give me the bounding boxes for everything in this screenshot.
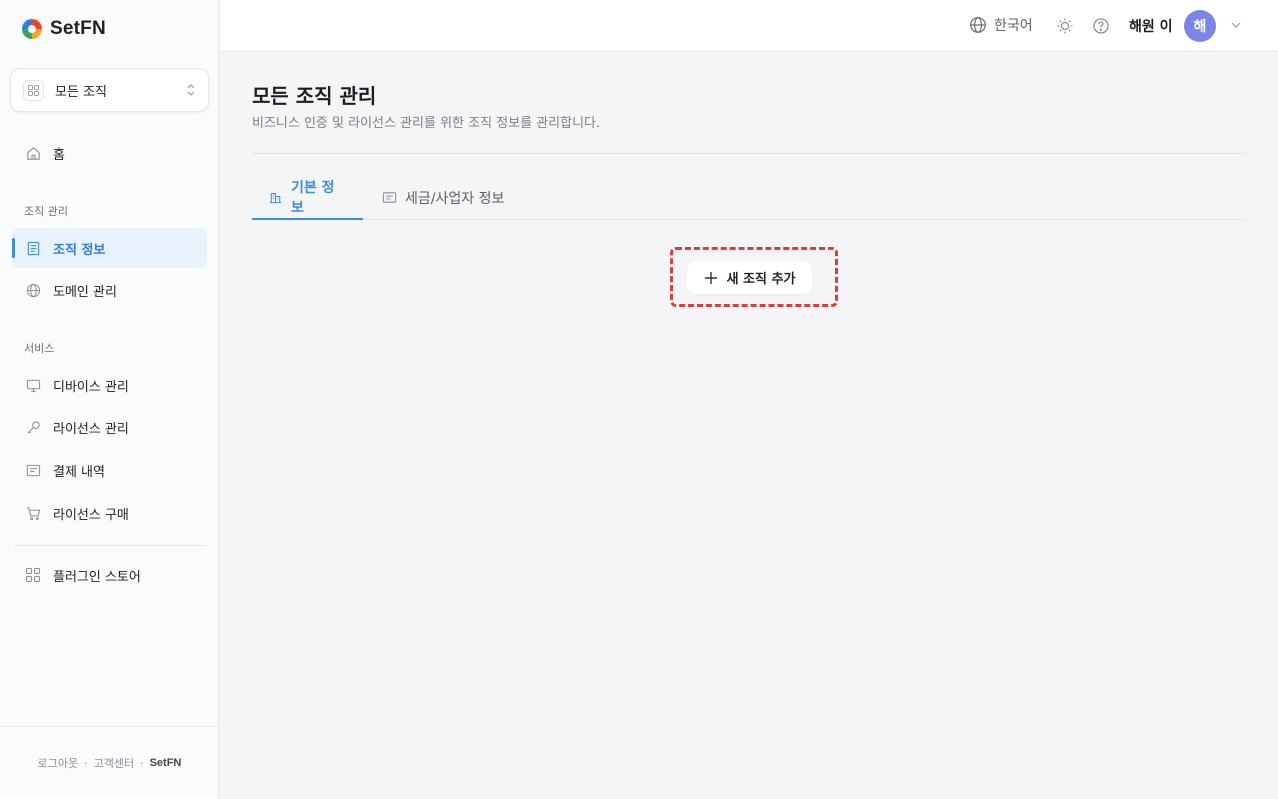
- org-selector[interactable]: 모든 조직: [10, 68, 209, 112]
- chevron-updown-icon: [187, 84, 195, 96]
- sidebar-item-org-info[interactable]: 조직 정보: [12, 228, 207, 268]
- sidebar-item-license[interactable]: 라이선스 관리: [12, 407, 207, 447]
- org-selector-label: 모든 조직: [55, 84, 107, 100]
- monitor-icon: [25, 377, 41, 393]
- footer-separator: ·: [84, 756, 88, 770]
- grid-icon: [23, 79, 44, 101]
- sidebar-item-label: 라이선스 관리: [53, 421, 129, 437]
- sidebar-item-plugin-store[interactable]: 플러그인 스토어: [12, 555, 207, 595]
- app-name: SetFN: [50, 18, 106, 39]
- page-subtitle: 비즈니스 인증 및 라이선스 관리를 위한 조직 정보를 관리합니다.: [252, 116, 601, 131]
- receipt-icon: [382, 190, 397, 205]
- sidebar-item-label: 결제 내역: [53, 464, 105, 480]
- theme-toggle-sun-icon[interactable]: [1056, 17, 1074, 35]
- sidebar: SetFN 모든 조직 홈 조직 관리 조직 정보 도메인 관리 서비스 디바이…: [0, 0, 219, 799]
- sidebar-item-device[interactable]: 디바이스 관리: [12, 365, 207, 405]
- language-label: 한국어: [994, 18, 1033, 34]
- title-divider: [252, 153, 1246, 154]
- add-organization-button[interactable]: 새 조직 추가: [687, 261, 812, 294]
- top-header: 한국어 해원 이 해: [220, 0, 1278, 52]
- user-name[interactable]: 해원 이: [1129, 16, 1173, 36]
- page-title: 모든 조직 관리: [252, 84, 377, 108]
- tab-label: 세금/사업자 정보: [405, 190, 505, 207]
- sidebar-item-domain[interactable]: 도메인 관리: [12, 270, 207, 310]
- document-icon: [25, 240, 41, 256]
- footer-separator: ·: [140, 756, 144, 770]
- chevron-down-icon[interactable]: [1229, 18, 1243, 32]
- home-icon: [25, 145, 41, 161]
- sidebar-divider: [14, 545, 206, 546]
- tab-basic-info[interactable]: 기본 정보: [252, 175, 363, 220]
- key-icon: [25, 419, 41, 435]
- sidebar-item-label: 플러그인 스토어: [53, 569, 141, 585]
- logout-link[interactable]: 로그아웃: [38, 755, 78, 771]
- sidebar-item-home[interactable]: 홈: [12, 133, 207, 173]
- sidebar-item-purchase[interactable]: 라이선스 구매: [12, 493, 207, 533]
- tab-tax-info[interactable]: 세금/사업자 정보: [366, 175, 520, 220]
- avatar[interactable]: 해: [1184, 10, 1216, 42]
- app-logo[interactable]: SetFN: [20, 17, 106, 41]
- app-window: SetFN 모든 조직 홈 조직 관리 조직 정보 도메인 관리 서비스 디바이…: [0, 0, 1278, 799]
- sidebar-item-label: 홈: [53, 147, 65, 163]
- cart-icon: [25, 505, 41, 521]
- sidebar-item-label: 디바이스 관리: [53, 379, 129, 395]
- plus-icon: [704, 271, 717, 284]
- grid-icon: [25, 567, 41, 583]
- language-selector[interactable]: 한국어: [969, 15, 1033, 35]
- add-organization-label: 새 조직 추가: [726, 272, 796, 287]
- tab-label: 기본 정보: [291, 179, 335, 216]
- section-title-service: 서비스: [24, 342, 55, 355]
- footer-brand: SetFN: [149, 757, 182, 769]
- sidebar-item-label: 도메인 관리: [53, 284, 117, 300]
- help-icon[interactable]: [1092, 17, 1110, 35]
- sidebar-item-label: 라이선스 구매: [53, 507, 129, 523]
- logo-icon: [22, 19, 42, 39]
- globe-icon: [25, 282, 41, 298]
- support-link[interactable]: 고객센터: [94, 755, 134, 771]
- tab-bar: 기본 정보 세금/사업자 정보: [252, 175, 1246, 220]
- sidebar-item-label: 조직 정보: [53, 242, 106, 258]
- globe-icon: [970, 17, 986, 33]
- section-title-org: 조직 관리: [24, 205, 68, 218]
- sidebar-item-payment[interactable]: 결제 내역: [12, 450, 207, 490]
- receipt-icon: [25, 462, 41, 478]
- building-icon: [268, 189, 283, 204]
- sidebar-footer: 로그아웃 · 고객센터 · SetFN: [0, 726, 219, 799]
